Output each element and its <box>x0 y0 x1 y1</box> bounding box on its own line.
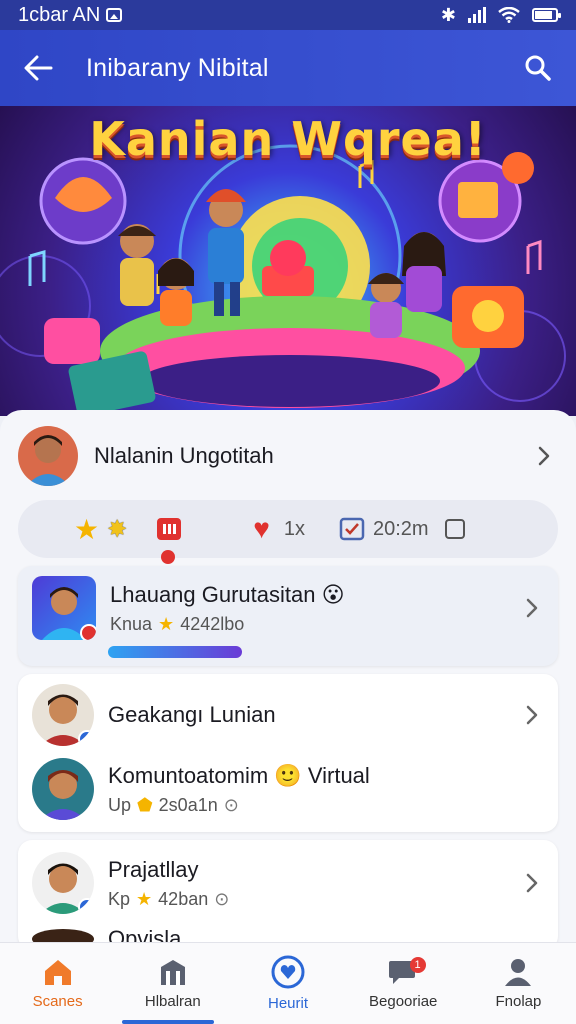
progress-bar <box>108 646 242 658</box>
item-title: Prajatllay <box>108 856 199 882</box>
gallery-icon <box>106 8 123 22</box>
chevron-right-icon[interactable] <box>518 701 546 729</box>
avatar <box>32 852 94 914</box>
bottom-nav: Scanes Hlbalran Heurit 1 Begooriae Fnola… <box>0 942 576 1024</box>
item-subtitle: Up ⬟ 2s0a1n ⊙ <box>108 794 239 815</box>
nav-item-scanes[interactable]: Scanes <box>0 943 115 1024</box>
notification-badge: 1 <box>409 957 426 973</box>
item-title: Lhauang Gurutasitan 😮 <box>110 581 345 607</box>
status-time: 1cbar AN <box>18 3 101 26</box>
avatar <box>18 426 78 486</box>
item-text: Prajatllay Kp ★ 42ban ⊙ <box>108 857 229 910</box>
avatar <box>32 684 94 746</box>
likes-count: 1x <box>283 517 305 540</box>
nav-item-begooriae[interactable]: 1 Begooriae <box>346 943 461 1024</box>
nav-label: Fnolap <box>495 993 542 1010</box>
nav-label: Scanes <box>32 993 83 1010</box>
item-title: Komuntoatomim 🙂 Virtual <box>108 762 370 788</box>
search-button[interactable] <box>518 48 558 88</box>
signal-icon <box>468 7 486 23</box>
time-value: 20:2m <box>372 517 429 540</box>
nav-item-fnolap[interactable]: Fnolap <box>461 943 576 1024</box>
chevron-right-icon[interactable] <box>518 594 546 622</box>
arrow-left-icon <box>24 55 53 81</box>
star-icon: ★ <box>158 613 175 634</box>
nav-label: Heurit <box>268 995 309 1012</box>
item-text: Geakangı Lunian <box>108 702 276 728</box>
nav-item-hlbalran[interactable]: Hlbalran <box>115 943 230 1024</box>
home-icon <box>44 960 71 985</box>
search-icon <box>525 55 551 81</box>
item-text: Lhauang Gurutasitan 😮 Knua ★ 4242lbo <box>110 582 345 635</box>
list-item[interactable]: Lhauang Gurutasitan 😮 Knua ★ 4242lbo <box>18 576 558 640</box>
stats-row: ★ ✸ ♥ 1x 20:2m <box>18 500 558 564</box>
status-badge <box>78 898 94 914</box>
wifi-icon <box>498 7 520 23</box>
status-badge <box>80 624 96 640</box>
battery-icon <box>532 8 561 22</box>
hero-banner[interactable]: Kanian Wqrea! <box>0 106 576 416</box>
heart-badge-icon <box>271 955 305 989</box>
store-icon <box>160 960 185 985</box>
star-icon: ★ <box>136 888 153 909</box>
nav-item-heurit[interactable]: Heurit <box>230 943 345 1024</box>
stars-group: ★ ✸ <box>74 513 127 546</box>
bluetooth-icon: ✱ <box>440 4 456 25</box>
likes-group[interactable]: ♥ 1x <box>253 513 305 545</box>
nav-label: Begooriae <box>369 993 438 1010</box>
profile-icon <box>505 959 532 986</box>
chevron-right-icon[interactable] <box>518 869 546 897</box>
profile-name: Nlalanin Ungotitah <box>94 443 274 468</box>
calendar-icon <box>157 518 182 540</box>
avatar <box>32 576 96 640</box>
item-subtitle: Kp ★ 42ban ⊙ <box>108 888 230 909</box>
item-title: Geakangı Lunian <box>108 702 276 727</box>
list-item[interactable]: Komuntoatomim 🙂 Virtual Up ⬟ 2s0a1n ⊙ <box>18 758 558 820</box>
list-item[interactable]: Geakangı Lunian <box>18 684 558 746</box>
avatar <box>32 758 94 820</box>
list-card[interactable]: Lhauang Gurutasitan 😮 Knua ★ 4242lbo <box>18 566 558 666</box>
heart-icon: ♥ <box>253 513 270 544</box>
chevron-right-icon[interactable] <box>530 442 558 470</box>
star-icon: ★ <box>74 513 100 545</box>
checklist-icon <box>339 517 365 541</box>
status-badge <box>78 730 94 746</box>
profile-row[interactable]: Nlalanin Ungotitah <box>18 418 558 494</box>
back-button[interactable] <box>18 48 58 88</box>
info-icon: ⊙ <box>223 794 239 815</box>
shield-icon: ⬟ <box>137 794 153 815</box>
status-bar: 1cbar AN ✱ <box>0 0 576 30</box>
banner-title: Kanian Wqrea! <box>89 112 487 166</box>
list-item[interactable]: Prajatllay Kp ★ 42ban ⊙ <box>18 852 558 914</box>
status-time-group: 1cbar AN <box>18 3 123 27</box>
nav-label: Hlbalran <box>144 993 201 1010</box>
star-badge-icon: ✸ <box>107 515 128 543</box>
info-icon: ⊙ <box>214 888 230 909</box>
active-indicator <box>122 1020 214 1024</box>
checkbox-icon[interactable] <box>444 519 465 539</box>
page-title: Inibarany Nibital <box>86 53 269 82</box>
app-bar: Inibarany Nibital <box>0 30 576 106</box>
item-text: Komuntoatomim 🙂 Virtual Up ⬟ 2s0a1n ⊙ <box>108 763 370 816</box>
item-subtitle: Knua ★ 4242lbo <box>110 613 245 634</box>
list-card[interactable]: Prajatllay Kp ★ 42ban ⊙ Opvisla <box>18 840 558 951</box>
status-icons: ✱ <box>440 4 561 26</box>
calendar-group[interactable] <box>155 516 183 564</box>
time-group[interactable]: 20:2m <box>339 517 465 541</box>
list-card[interactable]: Geakangı Lunian Komuntoatomim 🙂 Virtual … <box>18 674 558 832</box>
